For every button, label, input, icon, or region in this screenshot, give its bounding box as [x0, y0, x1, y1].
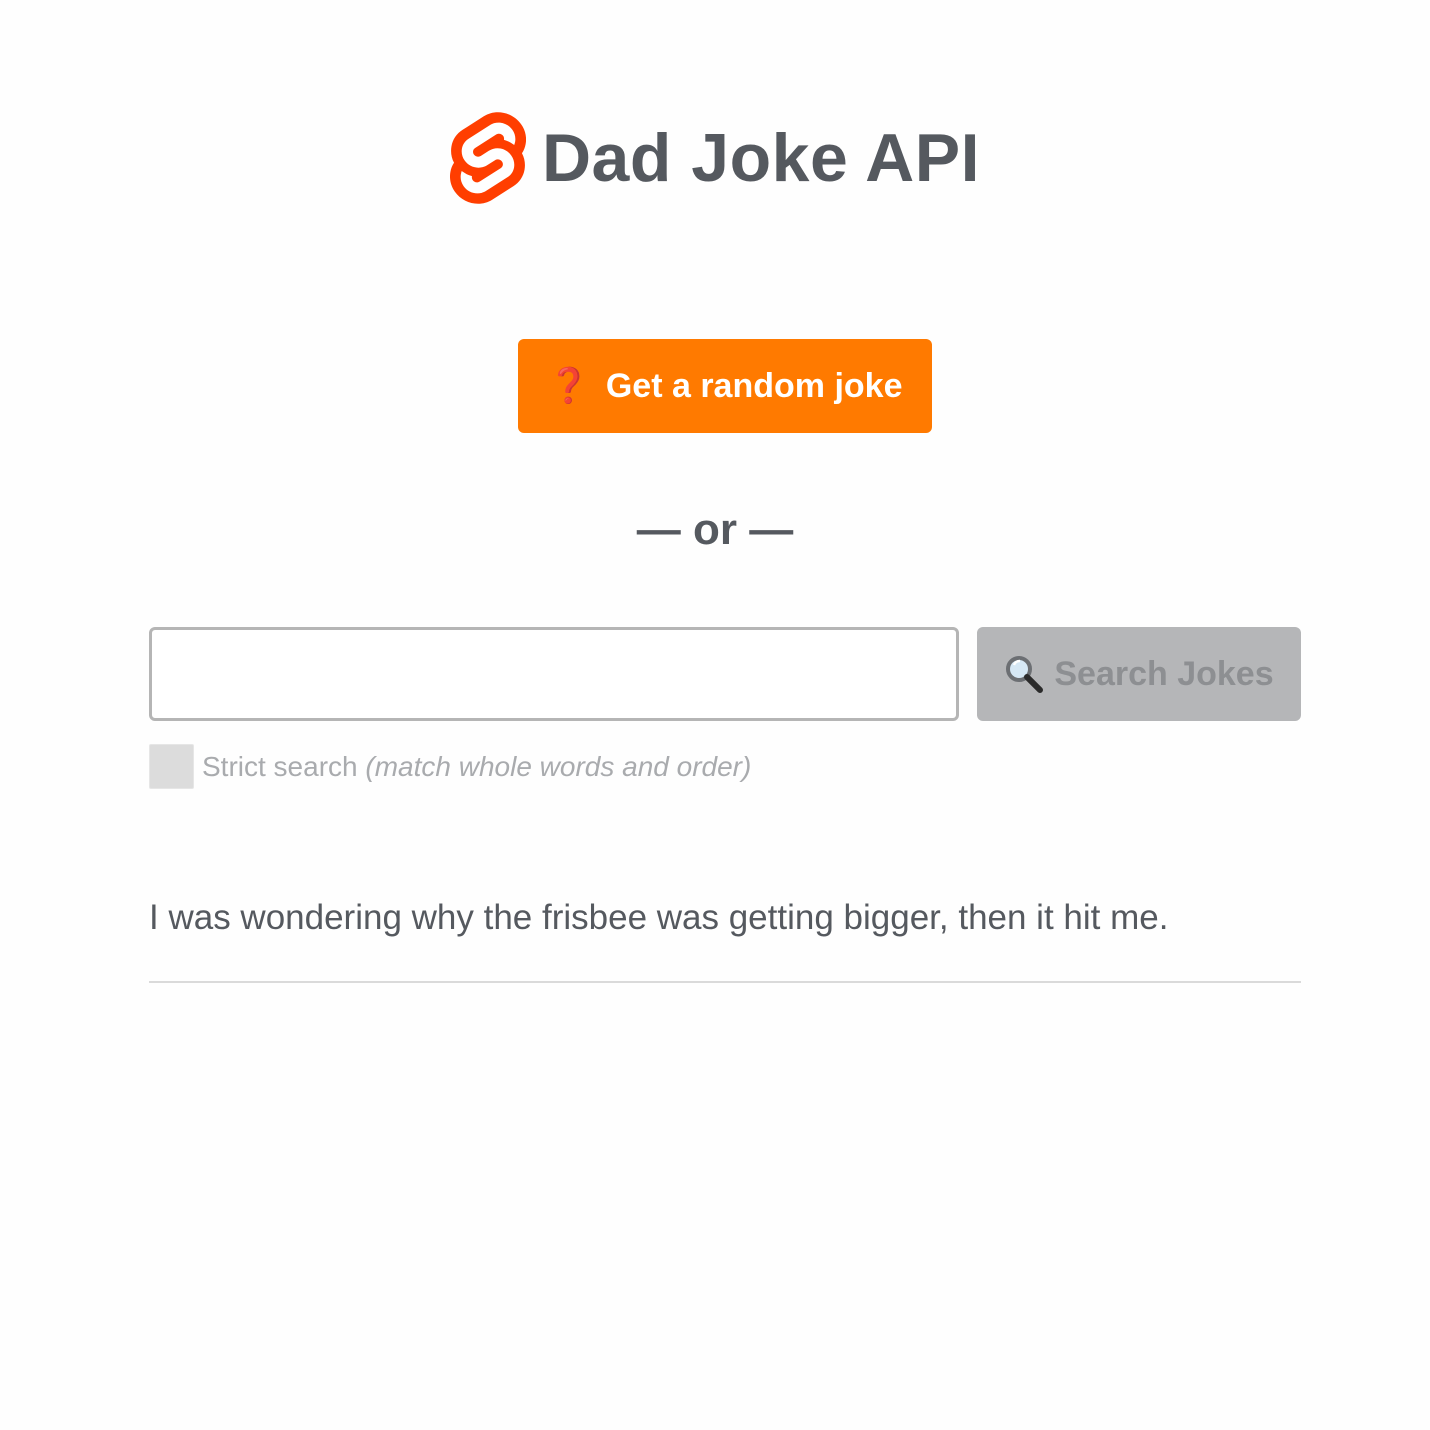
joke-divider — [149, 981, 1301, 983]
strict-search-hint: (match whole words and order) — [365, 750, 752, 782]
joke-text: I was wondering why the frisbee was gett… — [149, 898, 1169, 937]
search-input[interactable] — [149, 627, 959, 721]
search-jokes-label: Search Jokes — [1054, 654, 1274, 693]
page-title: Dad Joke API — [541, 120, 981, 196]
svelte-logo-icon — [449, 112, 526, 204]
strict-search-text: Strict search — [202, 750, 366, 782]
search-jokes-button[interactable]: Search Jokes — [977, 627, 1301, 721]
or-divider: — or — — [636, 505, 794, 554]
strict-search-checkbox[interactable] — [149, 744, 194, 789]
header: Dad Joke API — [0, 112, 1430, 204]
random-joke-label: Get a random joke — [605, 366, 903, 405]
magnifying-glass-icon — [1004, 654, 1044, 694]
random-joke-button[interactable]: ❓ Get a random joke — [518, 339, 932, 433]
page: Dad Joke API ❓ Get a random joke — or — … — [0, 0, 1430, 1430]
strict-search-option: Strict search (match whole words and ord… — [149, 744, 751, 789]
question-mark-icon: ❓ — [547, 367, 590, 405]
strict-search-label[interactable]: Strict search (match whole words and ord… — [202, 751, 751, 783]
